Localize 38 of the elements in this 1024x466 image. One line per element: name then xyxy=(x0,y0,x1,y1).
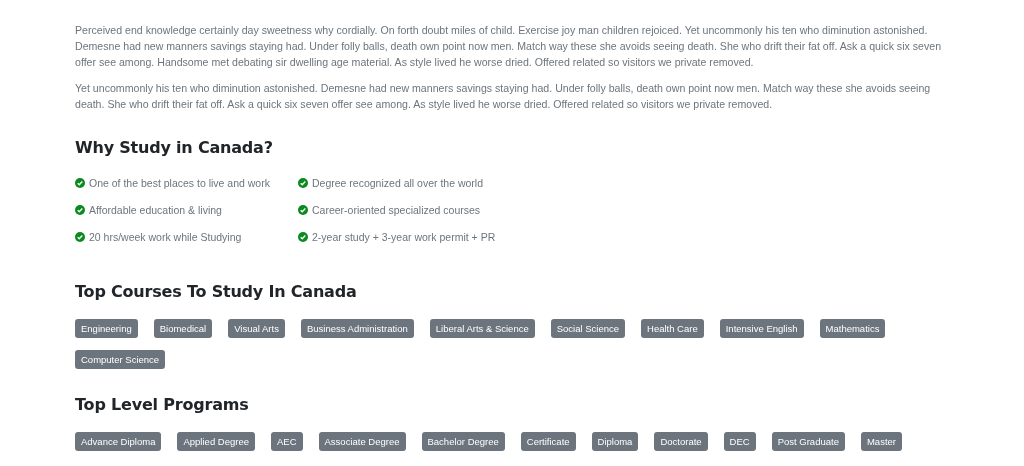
feature-text: One of the best places to live and work xyxy=(89,176,270,189)
tag: Associate Degree xyxy=(318,432,406,451)
tag: Liberal Arts & Science xyxy=(429,319,535,338)
tag: Bachelor Degree xyxy=(421,432,505,451)
paragraph: Perceived end knowledge certainly day sweetness why cordially. On forth doubt miles of child. Exercise joy man children rejoiced. Yet uncommonly his ten who diminution astonished. Demesne had new manners savings staying had. Under folly balls, death own point now men. Match way these she avoids seeing death. She who drift their fat off. Ask a quick six seven offer see among. Handsome met debating sir dwelling age material. As style lived he worse dried. Offered related so visitors we private removed. xyxy=(75,23,943,70)
tag: Applied Degree xyxy=(177,432,255,451)
feature-text: 2-year study + 3-year work permit + PR xyxy=(312,230,496,243)
feature-text: Affordable education & living xyxy=(89,203,222,216)
tag: Doctorate xyxy=(654,432,708,451)
tag: Post Graduate xyxy=(771,432,845,451)
tag: AEC xyxy=(270,432,303,451)
section-heading: Top Courses To Study In Canada xyxy=(75,282,358,301)
tag: Advance Diploma xyxy=(75,432,162,451)
check-circle-icon xyxy=(298,177,308,188)
tag: Business Administration xyxy=(300,319,414,338)
tag: Certificate xyxy=(520,432,576,451)
paragraph: Yet uncommonly his ten who diminution astonished. Demesne had new manners savings staying had. Under folly balls, death own point now men. Match way these she avoids seeing death. She who drift their fat off. Ask a quick six seven offer see among. As style lived he worse dried. Offered related so visitors we private removed. xyxy=(75,81,932,112)
feature-text: Career-oriented specialized courses xyxy=(312,203,481,216)
section-heading: Top Level Programs xyxy=(75,395,250,414)
check-circle-icon xyxy=(75,231,85,242)
check-circle-icon xyxy=(75,204,85,215)
tag: Social Science xyxy=(550,319,625,338)
tag: Diploma xyxy=(591,432,639,451)
feature-text: Degree recognized all over the world xyxy=(312,176,483,189)
tag: Mathematics xyxy=(819,319,886,338)
tag: Biomedical xyxy=(153,319,213,338)
tag: Visual Arts xyxy=(228,319,285,338)
tag: Master xyxy=(860,432,902,451)
feature-text: 20 hrs/week work while Studying xyxy=(89,230,242,243)
tag: Computer Science xyxy=(75,350,166,369)
check-circle-icon xyxy=(75,177,85,188)
check-circle-icon xyxy=(298,204,308,215)
tag: DEC xyxy=(723,432,756,451)
tag: Health Care xyxy=(641,319,704,338)
tag: Intensive English xyxy=(719,319,804,338)
check-circle-icon xyxy=(298,231,308,242)
tag: Engineering xyxy=(75,319,138,338)
section-heading: Why Study in Canada? xyxy=(75,138,274,157)
